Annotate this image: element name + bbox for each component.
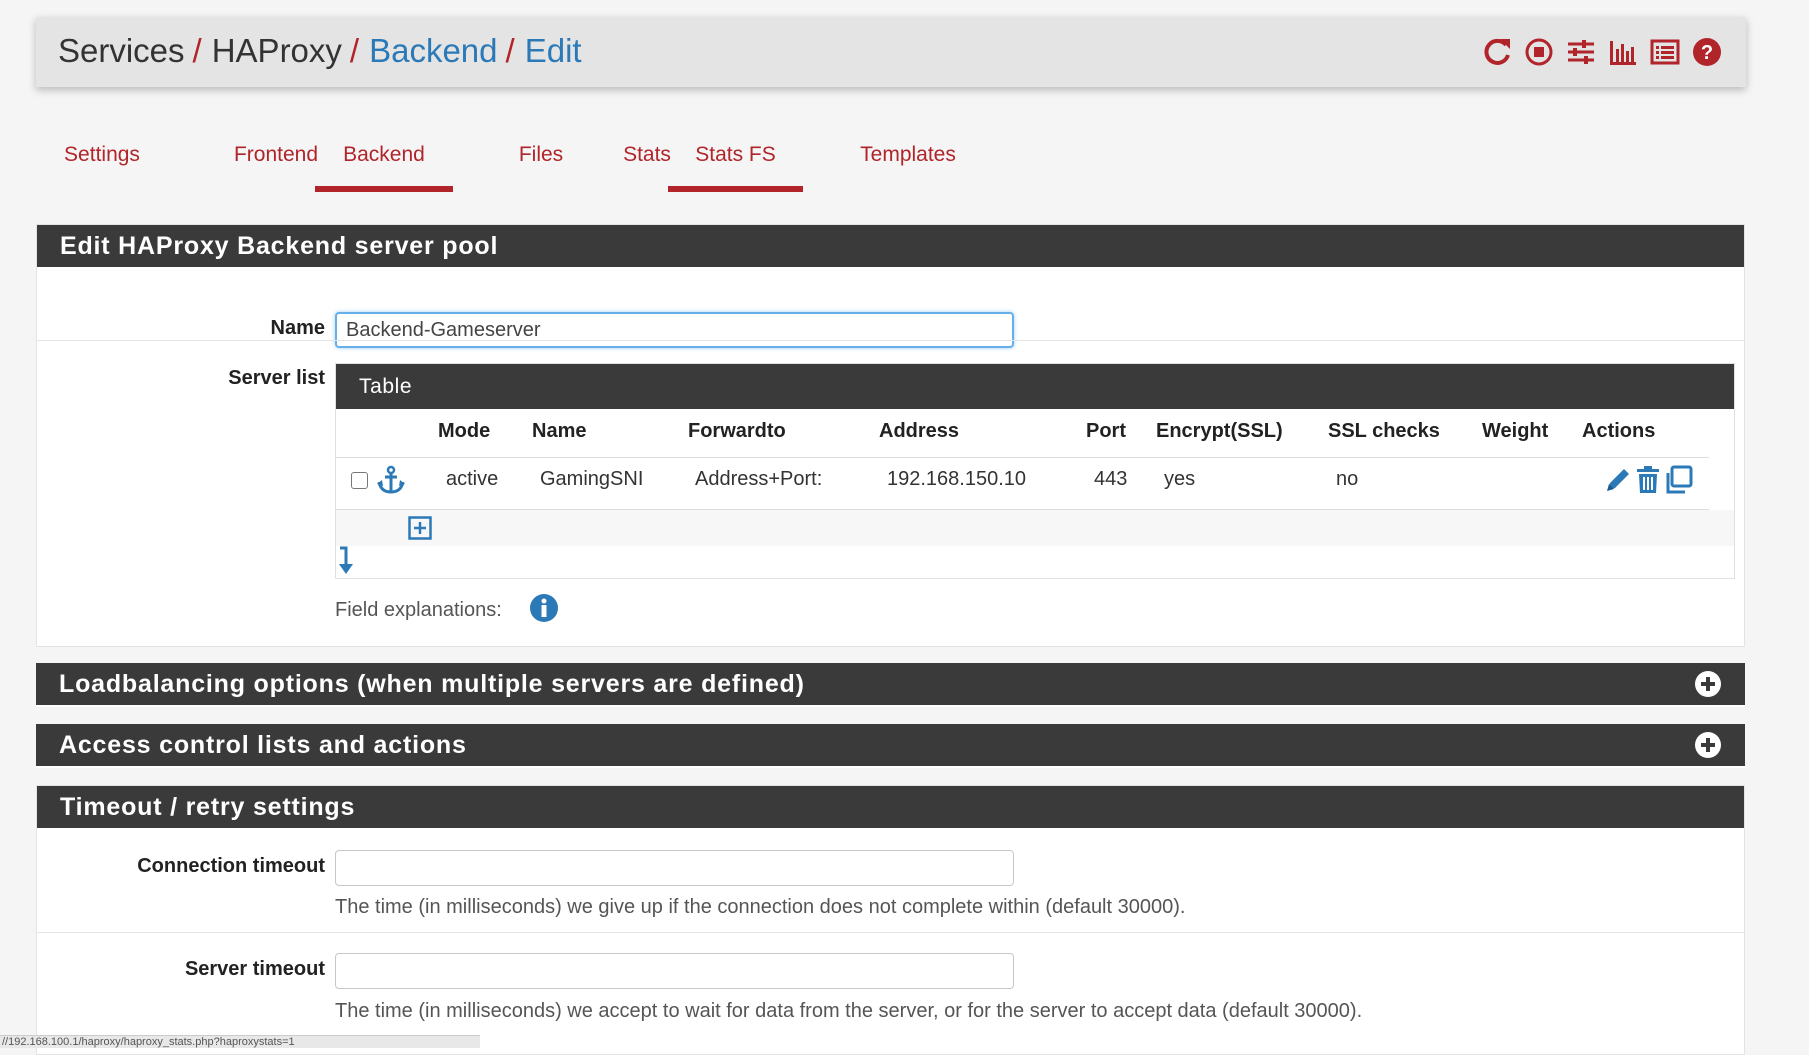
cell-encrypt: yes — [1164, 468, 1196, 490]
cell-forwardto: Address+Port: — [695, 468, 823, 490]
acl-panel: Access control lists and actions — [36, 724, 1745, 768]
cell-mode: active — [446, 468, 499, 490]
copy-icon[interactable] — [1663, 465, 1693, 500]
column-header-encrypt: Encrypt(SSL) — [1156, 420, 1283, 442]
column-header-actions: Actions — [1582, 420, 1656, 442]
stop-circle-icon[interactable] — [1522, 35, 1556, 69]
column-header-mode: Mode — [438, 420, 491, 442]
acl-panel-title[interactable]: Access control lists and actions — [36, 724, 1745, 766]
help-icon[interactable]: ? — [1690, 35, 1724, 69]
timeout-panel-title: Timeout / retry settings — [37, 786, 1744, 828]
arrow-down-icon[interactable] — [336, 546, 356, 581]
server-table-panel: Table Mode Name Forwardto Address Port E… — [335, 363, 1735, 579]
add-row-area — [336, 510, 1734, 546]
loadbalancing-panel-title[interactable]: Loadbalancing options (when multiple ser… — [36, 663, 1745, 705]
breadcrumb-bar: Services / HAProxy / Backend / Edit ? — [36, 17, 1746, 87]
server-timeout-help: The time (in milliseconds) we accept to … — [335, 1000, 1363, 1022]
cell-ssl-checks: no — [1336, 468, 1359, 490]
name-row: Name — [37, 267, 1744, 348]
tab-templates[interactable]: Templates — [829, 120, 987, 192]
column-header-forwardto: Forwardto — [688, 420, 786, 442]
anchor-icon[interactable] — [376, 465, 406, 500]
edit-backend-panel: Edit HAProxy Backend server pool Name Se… — [36, 224, 1745, 647]
edit-backend-panel-title: Edit HAProxy Backend server pool — [37, 225, 1744, 267]
cell-address: 192.168.150.10 — [887, 468, 1027, 490]
connection-timeout-label: Connection timeout — [137, 855, 325, 877]
tab-settings[interactable]: Settings — [36, 120, 168, 192]
expand-plus-icon[interactable] — [1695, 671, 1721, 697]
column-header-weight: Weight — [1482, 420, 1549, 442]
tab-backend[interactable]: Backend — [315, 120, 453, 192]
svg-text:?: ? — [1701, 42, 1713, 64]
acl-title-text: Access control lists and actions — [59, 731, 467, 759]
tab-files[interactable]: Files — [481, 120, 601, 192]
server-table-title: Table — [336, 364, 1734, 409]
connection-timeout-input[interactable] — [335, 850, 1014, 886]
name-label: Name — [270, 317, 325, 339]
server-timeout-input[interactable] — [335, 953, 1014, 989]
log-list-icon[interactable] — [1648, 35, 1682, 69]
breadcrumb-separator: / — [192, 32, 202, 69]
breadcrumb-separator: / — [349, 32, 360, 69]
column-header-port: Port — [1086, 420, 1126, 442]
add-row-icon[interactable] — [408, 516, 432, 545]
breadcrumb-services: Services — [58, 32, 185, 69]
timeout-panel: Timeout / retry settings Connection time… — [36, 785, 1745, 1055]
breadcrumb: Services / HAProxy / Backend / Edit — [58, 31, 582, 71]
sliders-icon[interactable] — [1564, 35, 1598, 69]
header-icon-group: ? — [1480, 35, 1724, 69]
server-list-label: Server list — [228, 367, 325, 389]
row-divider — [37, 932, 1744, 933]
breadcrumb-haproxy: HAProxy — [211, 32, 342, 69]
reload-icon[interactable] — [1480, 35, 1514, 69]
breadcrumb-backend-link[interactable]: Backend — [369, 32, 497, 69]
breadcrumb-separator: / — [505, 32, 515, 69]
table-header-line — [336, 457, 1709, 458]
browser-status-url: //192.168.100.1/haproxy/haproxy_stats.ph… — [0, 1035, 480, 1048]
loadbalancing-title-text: Loadbalancing options (when multiple ser… — [59, 670, 805, 698]
cell-port: 443 — [1094, 468, 1128, 490]
breadcrumb-edit-link[interactable]: Edit — [525, 32, 582, 69]
tab-stats-fs[interactable]: Stats FS — [668, 120, 803, 192]
edit-pencil-icon[interactable] — [1604, 466, 1632, 499]
column-header-ssl-checks: SSL checks — [1328, 420, 1440, 442]
column-header-address: Address — [879, 420, 960, 442]
loadbalancing-panel: Loadbalancing options (when multiple ser… — [36, 663, 1745, 707]
delete-trash-icon[interactable] — [1635, 466, 1661, 499]
row-select-checkbox[interactable] — [351, 472, 368, 489]
expand-plus-icon[interactable] — [1695, 732, 1721, 758]
column-header-name: Name — [532, 420, 587, 442]
cell-name: GamingSNI — [540, 468, 644, 490]
field-explanations-label: Field explanations: — [335, 599, 502, 621]
connection-timeout-help: The time (in milliseconds) we give up if… — [335, 896, 1186, 918]
server-timeout-label: Server timeout — [184, 958, 325, 980]
info-icon[interactable] — [529, 593, 559, 628]
bar-chart-icon[interactable] — [1606, 35, 1640, 69]
